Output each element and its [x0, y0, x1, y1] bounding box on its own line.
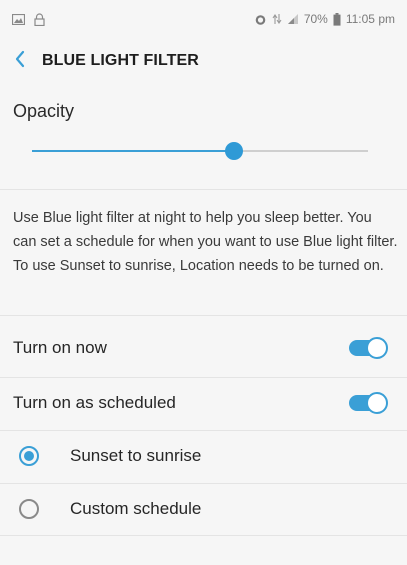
sunset-to-sunrise-label: Sunset to sunrise	[70, 446, 202, 465]
opacity-slider[interactable]	[32, 141, 368, 161]
battery-icon	[333, 12, 341, 26]
turn-on-as-scheduled-row[interactable]: Turn on as scheduled	[0, 377, 407, 429]
gallery-icon	[12, 13, 25, 25]
turn-on-now-toggle[interactable]	[349, 337, 388, 359]
divider	[0, 315, 407, 316]
network-icon	[272, 13, 282, 25]
page-title: BLUE LIGHT FILTER	[42, 52, 199, 69]
custom-schedule-option[interactable]: Custom schedule	[0, 483, 407, 535]
turn-on-as-scheduled-label: Turn on as scheduled	[13, 393, 176, 412]
toggle-knob	[366, 337, 388, 359]
divider	[0, 535, 407, 536]
chevron-left-icon	[14, 50, 26, 73]
opacity-label: Opacity	[13, 101, 75, 121]
description-text: Use Blue light filter at night to help y…	[13, 210, 398, 274]
turn-on-as-scheduled-toggle[interactable]	[349, 392, 388, 414]
status-bar: 70% 11:05 pm	[0, 0, 407, 38]
slider-fill	[32, 150, 234, 152]
status-left-icons	[12, 12, 45, 26]
turn-on-now-row[interactable]: Turn on now	[0, 322, 407, 374]
toggle-knob	[366, 392, 388, 414]
custom-schedule-radio[interactable]	[19, 499, 39, 519]
signal-icon	[287, 13, 299, 25]
battery-percent: 70%	[303, 12, 328, 26]
lock-icon	[34, 12, 45, 26]
status-time: 11:05 pm	[345, 12, 395, 26]
app-bar: BLUE LIGHT FILTER	[0, 38, 407, 84]
sunset-to-sunrise-option[interactable]: Sunset to sunrise	[0, 430, 407, 482]
divider	[0, 189, 407, 190]
sunset-to-sunrise-radio[interactable]	[19, 446, 39, 466]
turn-on-now-label: Turn on now	[13, 338, 107, 357]
slider-thumb[interactable]	[224, 142, 243, 160]
alarm-icon	[254, 13, 267, 26]
custom-schedule-label: Custom schedule	[70, 499, 202, 518]
back-button[interactable]	[0, 38, 42, 84]
status-right-icons: 70% 11:05 pm	[254, 12, 395, 26]
